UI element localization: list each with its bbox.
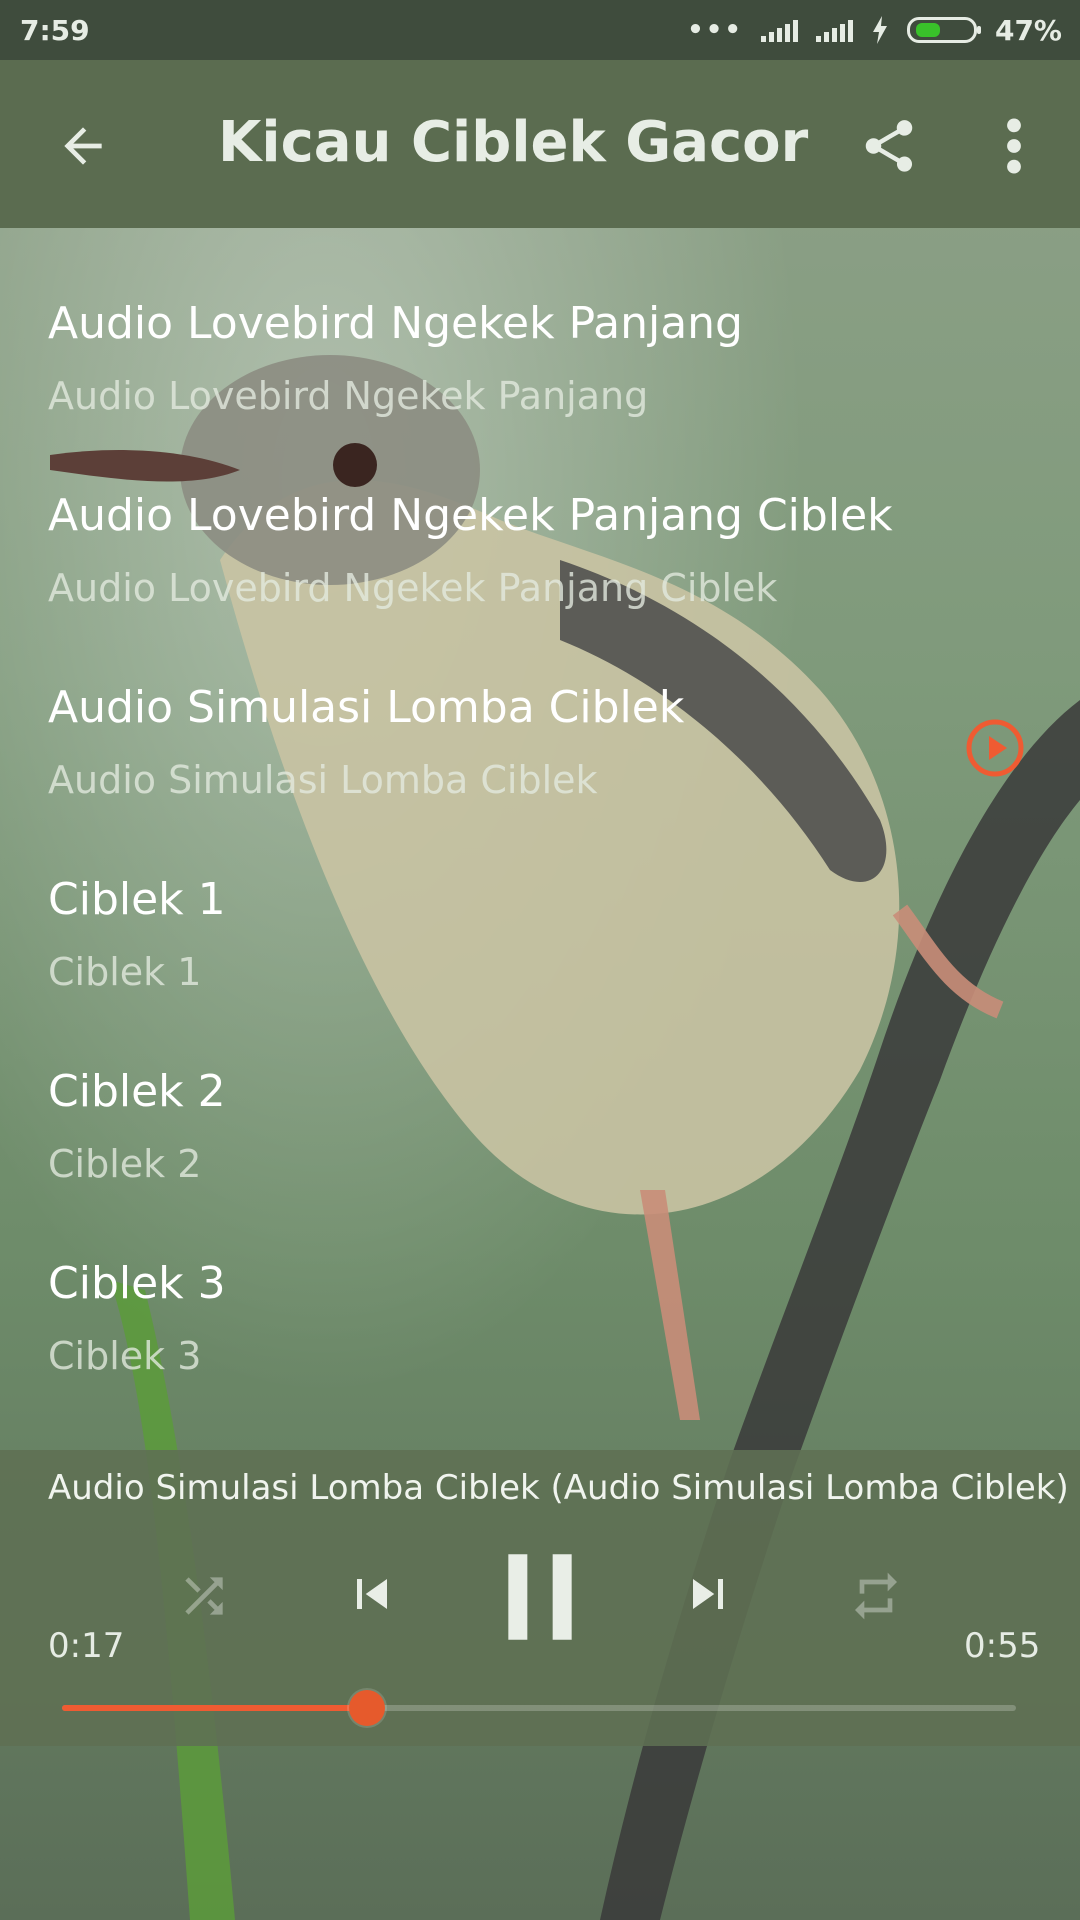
playlist-item-title: Audio Lovebird Ngekek Panjang Ciblek — [48, 490, 893, 541]
battery-percent: 47% — [994, 13, 1062, 47]
current-time: 0:17 — [48, 1626, 125, 1666]
back-arrow-icon[interactable] — [55, 118, 111, 174]
status-bar: 7:59 ••• 47% — [0, 0, 1080, 60]
pause-icon[interactable] — [502, 1554, 578, 1640]
playlist-item-title: Audio Lovebird Ngekek Panjang — [48, 298, 743, 349]
playlist-item-subtitle: Audio Lovebird Ngekek Panjang — [48, 374, 649, 418]
charging-bolt-icon — [872, 16, 887, 44]
playlist-item-subtitle: Ciblek 2 — [48, 1142, 202, 1186]
playlist-item[interactable]: Ciblek 2 Ciblek 2 — [0, 996, 1080, 1186]
status-icons: ••• 47% — [687, 14, 1062, 47]
playlist-item-subtitle: Ciblek 1 — [48, 950, 202, 994]
seek-bar-progress — [62, 1705, 368, 1711]
share-icon[interactable] — [858, 115, 920, 177]
playlist-item[interactable]: Ciblek 3 Ciblek 3 — [0, 1188, 1080, 1378]
seek-bar-thumb[interactable] — [349, 1690, 386, 1726]
seek-bar[interactable] — [62, 1690, 1016, 1726]
page-title: Kicau Ciblek Gacor — [218, 110, 809, 175]
playlist-item-title: Ciblek 1 — [48, 874, 226, 925]
skip-previous-icon[interactable] — [342, 1562, 402, 1626]
playlist-item[interactable]: Ciblek 1 Ciblek 1 — [0, 804, 1080, 994]
app-toolbar: Kicau Ciblek Gacor — [0, 60, 1080, 228]
battery-icon — [906, 17, 981, 43]
now-playing-title: Audio Simulasi Lomba Ciblek (Audio Simul… — [48, 1468, 1069, 1508]
signal-icon — [815, 18, 853, 42]
playlist-item-title: Ciblek 2 — [48, 1066, 226, 1117]
playlist-item-title: Audio Simulasi Lomba Ciblek — [48, 682, 685, 733]
playlist-item[interactable]: Audio Simulasi Lomba Ciblek Audio Simula… — [0, 612, 1080, 802]
more-vert-icon[interactable] — [996, 115, 1032, 177]
playlist-item-subtitle: Ciblek 3 — [48, 1334, 202, 1378]
playlist-item[interactable]: Audio Lovebird Ngekek Panjang Audio Love… — [0, 228, 1080, 418]
now-playing-icon[interactable] — [965, 718, 1025, 778]
player-panel: Audio Simulasi Lomba Ciblek (Audio Simul… — [0, 1450, 1080, 1746]
status-time: 7:59 — [20, 13, 90, 47]
playlist-item-subtitle: Audio Lovebird Ngekek Panjang Ciblek — [48, 566, 778, 610]
playlist-item-title: Ciblek 3 — [48, 1258, 226, 1309]
shuffle-icon[interactable] — [176, 1568, 232, 1624]
repeat-icon[interactable] — [846, 1568, 906, 1624]
skip-next-icon[interactable] — [678, 1562, 738, 1626]
playlist-item-subtitle: Audio Simulasi Lomba Ciblek — [48, 758, 598, 802]
notification-dots-icon: ••• — [687, 15, 743, 45]
signal-icon — [760, 18, 798, 42]
playlist-item[interactable]: Audio Lovebird Ngekek Panjang Ciblek Aud… — [0, 420, 1080, 610]
total-time: 0:55 — [964, 1626, 1041, 1666]
